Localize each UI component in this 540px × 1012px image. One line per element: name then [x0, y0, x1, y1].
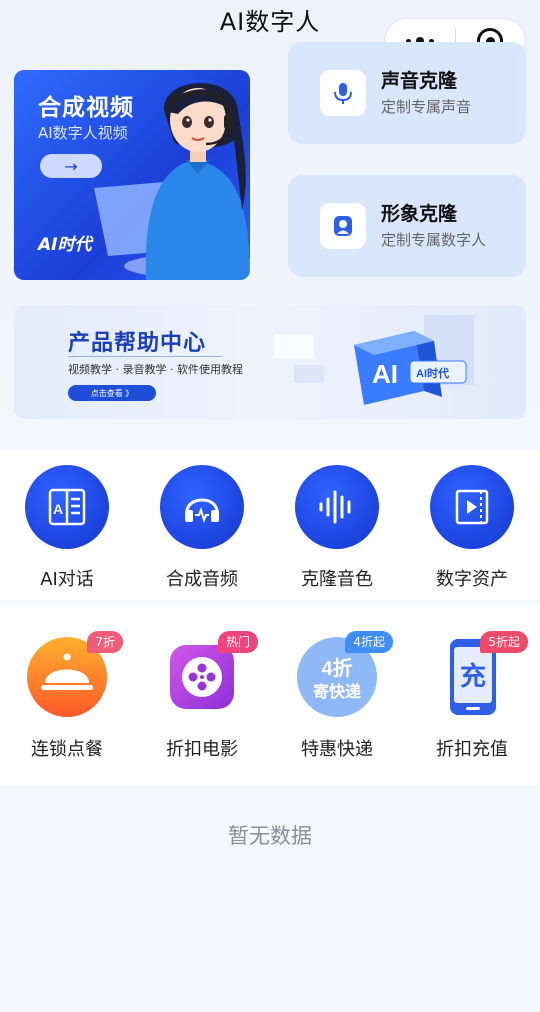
- view-help-button[interactable]: 点击查看 》: [68, 385, 156, 401]
- service-label: 折扣电影: [166, 739, 238, 760]
- service-label: 折扣充值: [436, 739, 508, 760]
- help-center-banner[interactable]: 产品帮助中心 视频教学 · 录音教学 · 软件使用教程 点击查看 》 AI AI…: [14, 305, 526, 419]
- ai-chat-icon: A: [25, 465, 109, 549]
- brand-logo: AI时代: [38, 235, 92, 255]
- headphones-icon: [160, 465, 244, 549]
- tool-label: 克隆音色: [301, 569, 373, 590]
- delivery-icon-subtext: 寄快递: [313, 682, 361, 701]
- video-card-title: 合成视频: [38, 95, 134, 121]
- service-label: 连锁点餐: [31, 739, 103, 760]
- service-discount-movie[interactable]: 热门 折扣电影: [142, 631, 262, 761]
- video-card-subtitle: AI数字人视频: [38, 124, 128, 142]
- service-express-delivery[interactable]: 4折 寄快递 4折起 特惠快递: [277, 631, 397, 761]
- delivery-icon-text: 4折: [321, 656, 352, 680]
- voice-clone-card[interactable]: 声音克隆 定制专属声音: [288, 42, 526, 144]
- soundwave-icon: [295, 465, 379, 549]
- avatar-clone-card[interactable]: 形象克隆 定制专属数字人: [288, 175, 526, 277]
- tool-ai-chat[interactable]: A AI对话: [7, 465, 127, 591]
- ai-art-tag: AI时代: [416, 366, 449, 380]
- ai-art-label: AI: [372, 359, 398, 389]
- microphone-icon: [320, 70, 366, 116]
- divider: [68, 356, 222, 357]
- services-grid: 7折 连锁点餐 热门 折扣电影 4折 寄快递 4折起 特惠快递 充 5折起 折扣…: [0, 605, 540, 785]
- synthesize-video-card[interactable]: 合成视频 AI数字人视频 → AI时代: [14, 70, 250, 280]
- tool-label: 数字资产: [436, 569, 508, 590]
- voice-clone-subtitle: 定制专属声音: [381, 98, 472, 116]
- help-center-title: 产品帮助中心: [68, 331, 207, 356]
- arrow-right-icon[interactable]: →: [40, 154, 102, 178]
- discount-badge: 4折起: [345, 631, 393, 653]
- tool-voice-clone[interactable]: 克隆音色: [277, 465, 397, 591]
- svg-text:A: A: [53, 501, 63, 517]
- tools-grid: A AI对话 合成音频 克隆音色 数字资产: [0, 450, 540, 600]
- ai-cube-illustration: AI AI时代: [274, 315, 474, 405]
- voice-clone-title: 声音克隆: [381, 70, 458, 92]
- discount-badge: 7折: [87, 631, 123, 653]
- avatar-clone-title: 形象克隆: [381, 203, 458, 225]
- empty-state-text: 暂无数据: [228, 824, 312, 848]
- service-label: 特惠快递: [301, 739, 373, 760]
- service-chain-ordering[interactable]: 7折 连锁点餐: [7, 631, 127, 761]
- tool-digital-assets[interactable]: 数字资产: [412, 465, 532, 591]
- hot-badge: 热门: [217, 631, 258, 653]
- recharge-icon-text: 充: [460, 661, 486, 691]
- tool-audio-synthesis[interactable]: 合成音频: [142, 465, 262, 591]
- portrait-icon: [320, 203, 366, 249]
- tool-label: 合成音频: [166, 569, 238, 590]
- avatar-clone-subtitle: 定制专属数字人: [381, 231, 487, 249]
- tool-label: AI对话: [40, 569, 94, 590]
- help-center-subtitle: 视频教学 · 录音教学 · 软件使用教程: [68, 363, 243, 376]
- video-asset-icon: [430, 465, 514, 549]
- service-discount-recharge[interactable]: 充 5折起 折扣充值: [412, 631, 532, 761]
- discount-badge: 5折起: [480, 631, 528, 653]
